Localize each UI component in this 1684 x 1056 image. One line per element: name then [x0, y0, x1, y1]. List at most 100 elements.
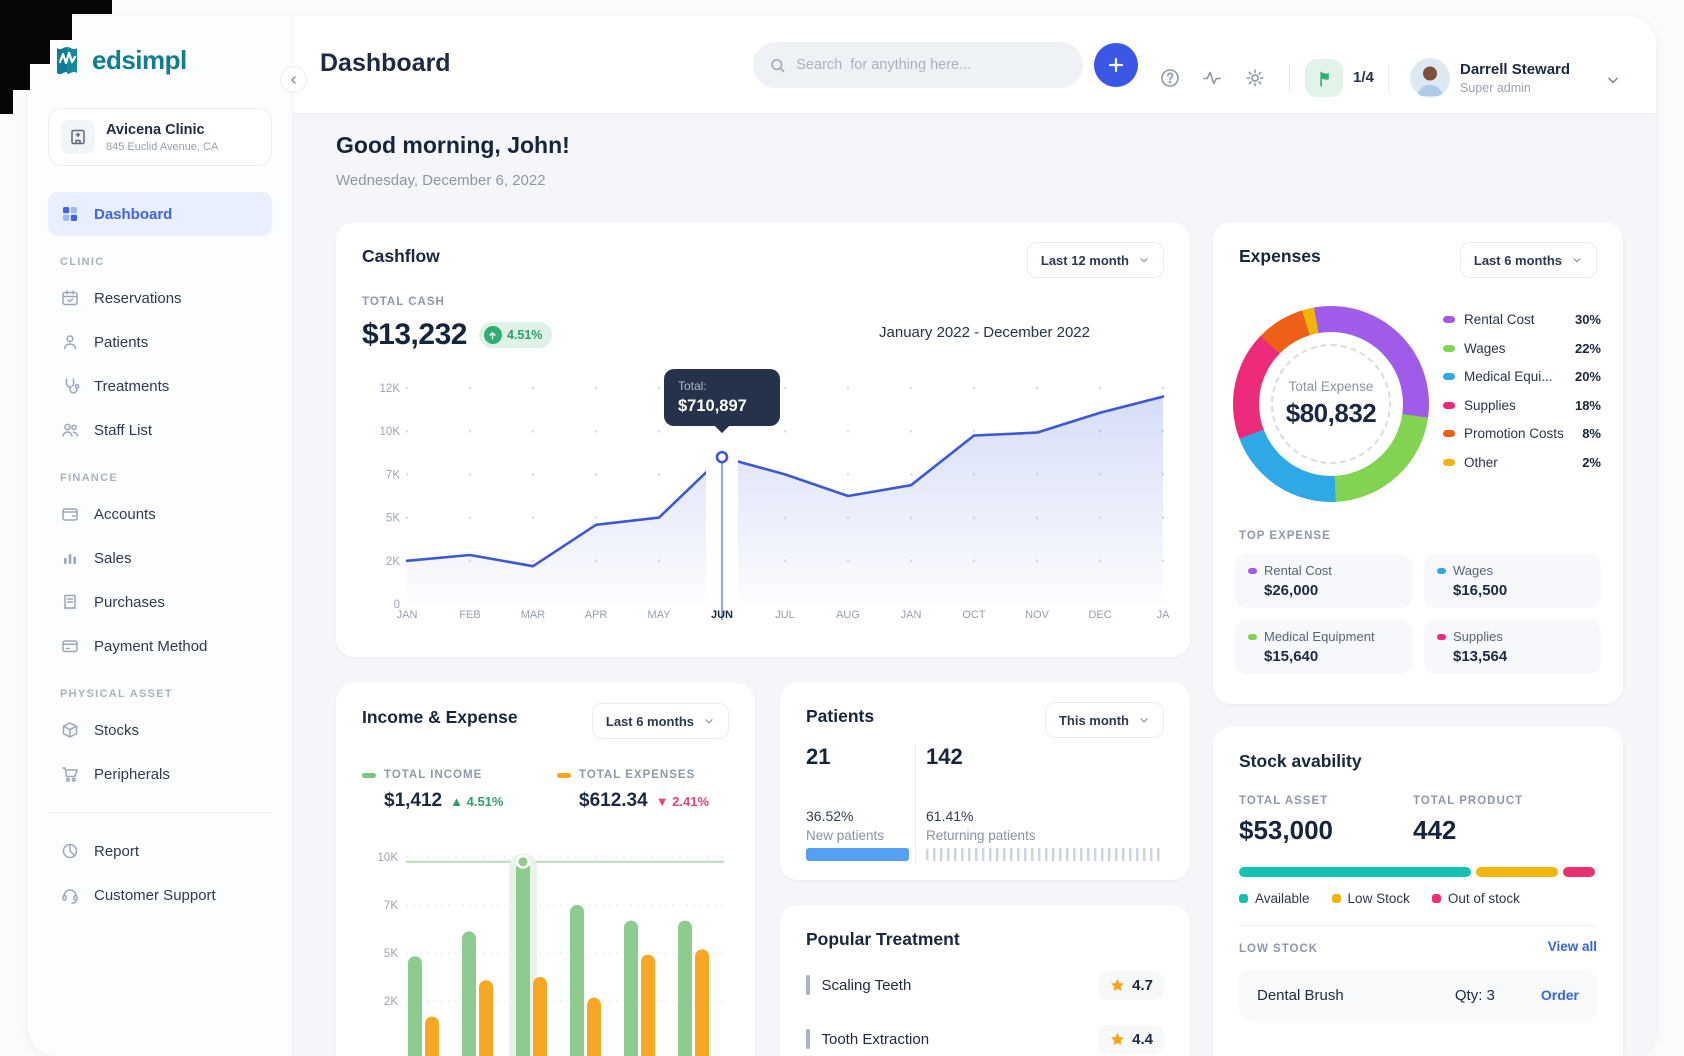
user-avatar[interactable] [1410, 58, 1450, 98]
legend-dot [1443, 459, 1455, 466]
settings-gear-icon[interactable] [1244, 67, 1266, 94]
svg-text:OCT: OCT [962, 609, 986, 621]
expenses-donut-chart[interactable]: Total Expense $80,832 [1233, 306, 1429, 502]
svg-text:JA: JA [1157, 609, 1171, 621]
total-expense-value: $80,832 [1286, 398, 1376, 429]
stock-legend-item: Out of stock [1432, 891, 1520, 906]
svg-text:DEC: DEC [1088, 609, 1111, 621]
sidebar-item-accounts[interactable]: Accounts [48, 492, 272, 536]
treatment-row[interactable]: Scaling Teeth4.7 [806, 965, 1164, 1005]
activity-icon[interactable] [1201, 67, 1223, 94]
sidebar-item-sales[interactable]: Sales [48, 536, 272, 580]
search-input[interactable] [796, 57, 1067, 73]
sidebar-item-label: Patients [94, 334, 148, 351]
income-expense-bar-chart[interactable]: 2K5K7K10K [362, 843, 732, 1056]
box-icon [60, 720, 80, 740]
sidebar-footer-nav: Report Customer Support [48, 829, 272, 917]
sidebar-item-label: Payment Method [94, 638, 207, 655]
flag-icon[interactable] [1305, 59, 1343, 97]
cashflow-period-filter[interactable]: Last 12 month [1027, 242, 1164, 278]
sidebar-item-treatments[interactable]: Treatments [48, 364, 272, 408]
legend-dot [1443, 430, 1455, 437]
legend-dot [1432, 894, 1441, 903]
sidebar-section-label: PHYSICAL ASSET [60, 688, 272, 700]
cashflow-card: Cashflow Last 12 month TOTAL CASH $13,23… [336, 222, 1190, 657]
legend-dot [1437, 568, 1446, 574]
svg-text:5K: 5K [386, 513, 400, 525]
staff-icon [60, 420, 80, 440]
legend-dot [1332, 894, 1341, 903]
income-expense-period-filter[interactable]: Last 6 months [592, 703, 729, 739]
stock-title: Stock avability [1239, 751, 1362, 772]
total-cash-value: $13,232 [362, 318, 467, 352]
screenshot-corner-artifact [0, 0, 120, 130]
sidebar-item-purchases[interactable]: Purchases [48, 580, 272, 624]
cashflow-range-label: January 2022 - December 2022 [879, 324, 1090, 341]
total-expense-label: Total Expense [1289, 379, 1374, 394]
help-icon[interactable] [1159, 67, 1181, 94]
stock-legend-item: Available [1239, 891, 1310, 906]
sidebar-item-customer-support[interactable]: Customer Support [48, 873, 272, 917]
sidebar-item-report[interactable]: Report [48, 829, 272, 873]
treatment-indicator-bar [806, 1029, 810, 1049]
order-link[interactable]: Order [1541, 987, 1579, 1003]
sidebar-item-stocks[interactable]: Stocks [48, 708, 272, 752]
patients-divider [915, 744, 916, 862]
sidebar-item-patients[interactable]: Patients [48, 320, 272, 364]
add-button[interactable] [1094, 43, 1138, 87]
total-income-stat: TOTAL INCOME $1,412 ▲ 4.51% [362, 769, 503, 812]
sidebar-collapse-button[interactable] [280, 66, 307, 93]
svg-text:JUN: JUN [711, 609, 733, 621]
expenses-legend-item: Wages22% [1443, 341, 1601, 356]
svg-text:MAR: MAR [521, 609, 546, 621]
sidebar-item-payment-method[interactable]: Payment Method [48, 624, 272, 668]
low-stock-label: LOW STOCK [1239, 943, 1318, 955]
user-menu-chevron-down-icon[interactable] [1605, 72, 1621, 93]
sidebar-section-label: FINANCE [60, 472, 272, 484]
svg-text:5K: 5K [384, 948, 398, 960]
sidebar-item-label: Report [94, 843, 139, 860]
user-name: Darrell Steward [1460, 61, 1570, 78]
sidebar-item-dashboard[interactable]: Dashboard [48, 192, 272, 236]
total-cash-label: TOTAL CASH [362, 296, 445, 308]
top-expense-chip: Supplies$13,564 [1424, 620, 1601, 674]
sidebar-section-label: CLINIC [60, 256, 272, 268]
sidebar-item-staff-list[interactable]: Staff List [48, 408, 272, 452]
legend-dot [1443, 373, 1455, 380]
expense-legend-dash [557, 773, 571, 778]
expenses-legend-item: Rental Cost30% [1443, 312, 1601, 327]
star-icon [1109, 977, 1126, 994]
cashflow-delta-badge: 4.51% [479, 322, 552, 348]
search-bar[interactable] [753, 42, 1083, 88]
dashboard-icon [60, 204, 80, 224]
sidebar-item-label: Peripherals [94, 766, 170, 783]
chevron-left-icon [287, 73, 301, 87]
sidebar-item-label: Sales [94, 550, 132, 567]
svg-text:2K: 2K [384, 996, 398, 1008]
sidebar-item-peripherals[interactable]: Peripherals [48, 752, 272, 796]
patients-period-filter[interactable]: This month [1045, 702, 1164, 738]
svg-text:APR: APR [585, 609, 608, 621]
report-icon [60, 841, 80, 861]
stock-legend-item: Low Stock [1332, 891, 1410, 906]
rating-badge: 4.7 [1098, 971, 1164, 1000]
plus-icon [1106, 55, 1126, 75]
new-patients-bar [806, 848, 909, 861]
calendar-icon [60, 288, 80, 308]
returning-patients-bar [926, 848, 1164, 861]
patient-icon [60, 332, 80, 352]
legend-dot [1248, 634, 1257, 640]
view-all-link[interactable]: View all [1548, 939, 1597, 954]
sidebar-nav: Dashboard CLINIC Reservations Patients Treat… [48, 192, 272, 796]
sidebar-item-reservations[interactable]: Reservations [48, 276, 272, 320]
sidebar-item-label: Dashboard [94, 206, 172, 223]
clinic-address: 845 Euclid Avenue, CA [106, 141, 218, 153]
stethoscope-icon [60, 376, 80, 396]
new-patients-stat: 21 36.52% New patients [806, 744, 884, 843]
flag-count: 1/4 [1353, 69, 1374, 86]
expenses-period-filter[interactable]: Last 6 months [1460, 242, 1597, 278]
income-expense-card: Income & Expense Last 6 months TOTAL INC… [336, 683, 755, 1056]
treatment-row[interactable]: Tooth Extraction4.4 [806, 1019, 1164, 1056]
app-window: edsimpl Avicena Clinic 845 Euclid Avenue… [28, 16, 1656, 1056]
treatment-indicator-bar [806, 975, 810, 995]
